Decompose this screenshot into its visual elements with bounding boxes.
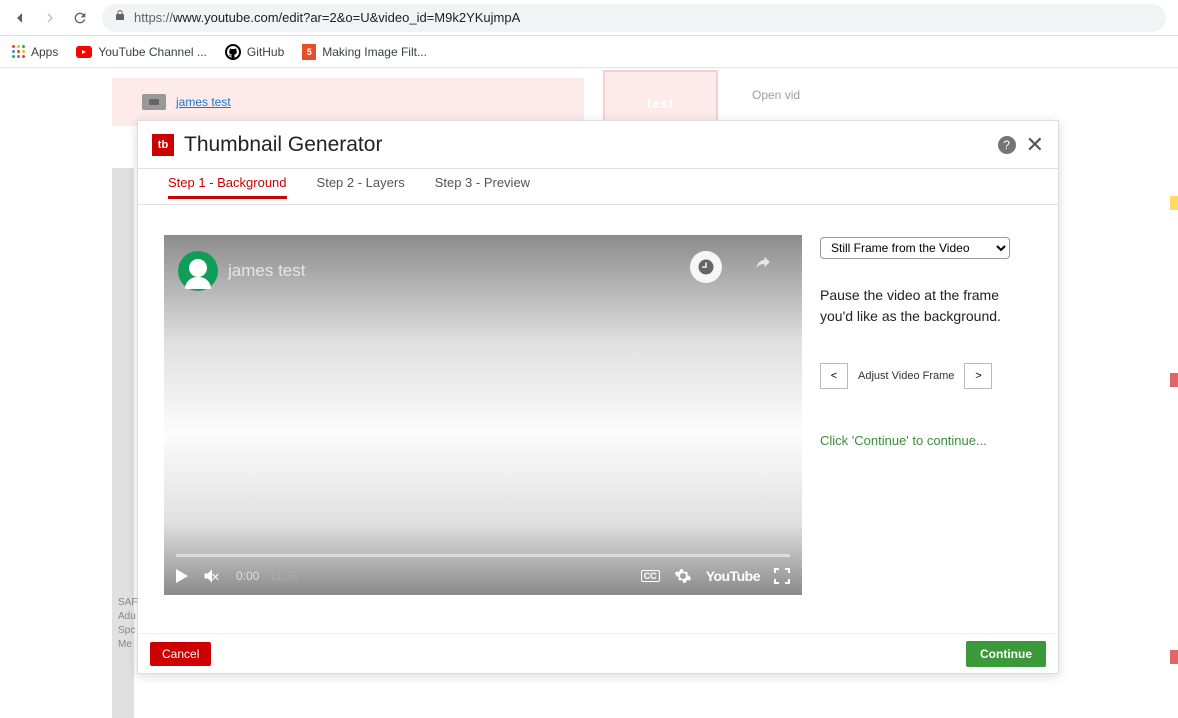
prev-frame-button[interactable]: < <box>820 363 848 389</box>
video-title-link[interactable]: james test <box>176 95 231 109</box>
video-title: james test <box>228 261 305 281</box>
modal-footer: Cancel Continue <box>138 633 1058 673</box>
bookmark-label: GitHub <box>247 45 284 59</box>
apps-label: Apps <box>31 45 58 59</box>
adjust-label: Adjust Video Frame <box>858 370 954 382</box>
play-button[interactable] <box>176 569 188 583</box>
watch-later-button[interactable] <box>690 251 722 283</box>
background-source-select[interactable]: Still Frame from the Video <box>820 237 1010 259</box>
step-tabs: Step 1 - Background Step 2 - Layers Step… <box>138 169 1058 205</box>
cancel-button[interactable]: Cancel <box>150 642 211 666</box>
help-text: Pause the video at the frame you'd like … <box>820 285 1032 327</box>
bookmarks-bar: Apps YouTube Channel ... GitHub 5 Making… <box>0 36 1178 68</box>
browser-toolbar: https://www.youtube.com/edit?ar=2&o=U&vi… <box>0 0 1178 36</box>
url-text: https://www.youtube.com/edit?ar=2&o=U&vi… <box>134 10 520 25</box>
bookmark-making-image[interactable]: 5 Making Image Filt... <box>302 44 427 60</box>
continue-button[interactable]: Continue <box>966 641 1046 667</box>
tab-step1-background[interactable]: Step 1 - Background <box>168 175 287 199</box>
settings-button[interactable] <box>674 567 692 585</box>
modal-header: tb Thumbnail Generator ? ✕ <box>138 121 1058 169</box>
time-display: 0:00 / 11:26 <box>236 569 299 583</box>
close-button[interactable]: ✕ <box>1026 134 1044 156</box>
page-background: james test test Open vid SAF Adu Spc Me … <box>0 68 1178 674</box>
back-button[interactable] <box>12 10 28 26</box>
apps-button[interactable]: Apps <box>12 45 58 59</box>
scrollbar-marker <box>1170 196 1178 210</box>
captions-button[interactable]: CC <box>641 570 660 582</box>
thumbnail-generator-modal: tb Thumbnail Generator ? ✕ Step 1 - Back… <box>137 120 1059 674</box>
youtube-logo-button[interactable]: YouTube <box>706 568 760 584</box>
video-player[interactable]: james test 0:00 / 11:26 <box>164 235 802 595</box>
bookmark-github[interactable]: GitHub <box>225 44 284 60</box>
video-info-bar: james test <box>112 78 584 126</box>
modal-title: Thumbnail Generator <box>184 133 998 157</box>
progress-bar[interactable] <box>176 554 790 557</box>
scrollbar-marker <box>1170 373 1178 387</box>
settings-panel: Still Frame from the Video Pause the vid… <box>820 235 1032 617</box>
bookmark-youtube-channel[interactable]: YouTube Channel ... <box>76 45 207 59</box>
bookmark-label: YouTube Channel ... <box>98 45 207 59</box>
modal-body: james test 0:00 / 11:26 <box>138 205 1058 633</box>
scrollbar-marker <box>1170 650 1178 664</box>
help-button[interactable]: ? <box>998 136 1016 154</box>
continue-hint: Click 'Continue' to continue... <box>820 433 1032 448</box>
address-bar[interactable]: https://www.youtube.com/edit?ar=2&o=U&vi… <box>102 4 1166 32</box>
bookmark-label: Making Image Filt... <box>322 45 427 59</box>
tubebuddy-logo-icon: tb <box>152 134 174 156</box>
frame-adjust-controls: < Adjust Video Frame > <box>820 363 1032 389</box>
share-button[interactable] <box>754 253 772 276</box>
video-header: james test <box>178 251 305 291</box>
lock-icon <box>114 8 126 27</box>
tab-step3-preview[interactable]: Step 3 - Preview <box>435 175 530 199</box>
refresh-button[interactable] <box>72 10 88 26</box>
apps-grid-icon <box>12 45 25 58</box>
github-icon <box>225 44 241 60</box>
thumbnail-icon <box>142 94 166 110</box>
fullscreen-button[interactable] <box>774 568 790 584</box>
video-controls: 0:00 / 11:26 CC YouTube <box>176 563 790 589</box>
html5-icon: 5 <box>302 44 316 60</box>
sidebar-text: SAF Adu Spc Me <box>118 596 137 652</box>
mute-button[interactable] <box>202 566 222 586</box>
next-frame-button[interactable]: > <box>964 363 992 389</box>
open-video-link[interactable]: Open vid <box>752 88 800 102</box>
youtube-icon <box>76 46 92 58</box>
tab-step2-layers[interactable]: Step 2 - Layers <box>317 175 405 199</box>
channel-avatar-icon <box>178 251 218 291</box>
forward-button[interactable] <box>42 10 58 26</box>
